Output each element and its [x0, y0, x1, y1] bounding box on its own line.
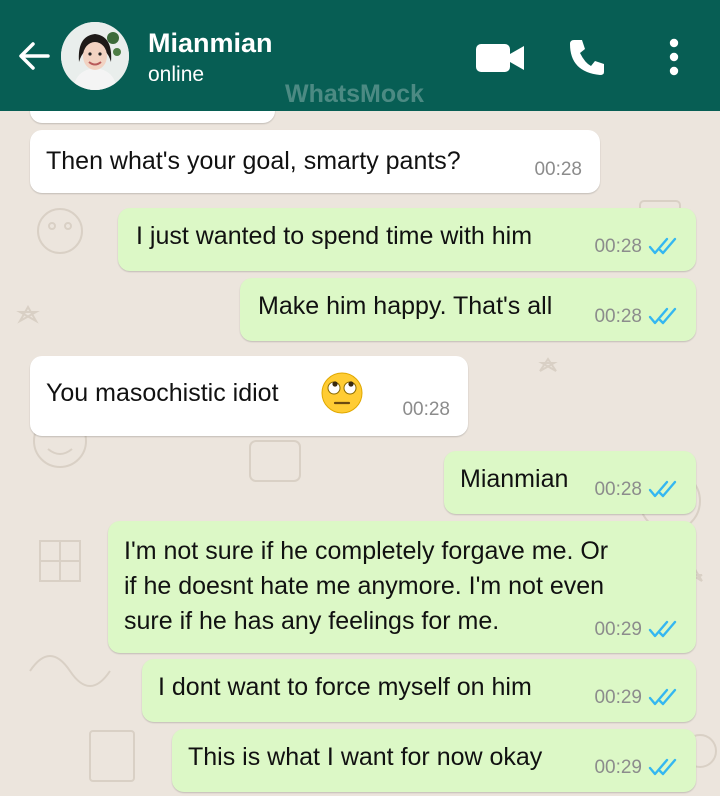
phone-icon[interactable]: [566, 36, 608, 78]
message-bubble-outgoing[interactable]: I just wanted to spend time with him 00:…: [118, 208, 696, 271]
contact-status: online: [148, 63, 205, 86]
message-time: 00:29: [594, 687, 642, 708]
contact-name[interactable]: Mianmian: [148, 28, 273, 59]
message-text: I dont want to force myself on him: [158, 673, 532, 701]
chat-area[interactable]: Then what's your goal, smarty pants? 00:…: [0, 111, 720, 796]
double-check-icon: [648, 620, 677, 638]
chat-header: Mianmian online WhatsMock: [0, 0, 720, 111]
message-bubble-outgoing[interactable]: I dont want to force myself on him 00:29: [142, 659, 696, 722]
face-with-rolling-eyes-emoji: [321, 372, 363, 414]
avatar-image: [61, 22, 129, 90]
message-text: Mianmian: [460, 465, 569, 493]
message-text-line: sure if he has any feelings for me.: [124, 607, 500, 635]
message-bubble-incoming[interactable]: Then what's your goal, smarty pants? 00:…: [30, 130, 600, 193]
message-bubble-incoming[interactable]: You masochistic idiot 00:28: [30, 356, 468, 436]
message-bubble-outgoing[interactable]: I'm not sure if he completely forgave me…: [108, 521, 696, 653]
message-time: 00:29: [594, 757, 642, 778]
message-time: 00:28: [594, 236, 642, 257]
double-check-icon: [648, 307, 677, 325]
message-bubble-outgoing[interactable]: Make him happy. That's all 00:28: [240, 278, 696, 341]
double-check-icon: [648, 758, 677, 776]
double-check-icon: [648, 237, 677, 255]
arrow-left-icon[interactable]: [14, 36, 54, 76]
message-text-line: if he doesnt hate me anymore. I'm not ev…: [124, 572, 605, 600]
message-text: Then what's your goal, smarty pants?: [46, 147, 461, 175]
message-time: 00:28: [402, 399, 450, 420]
message-text: I just wanted to spend time with him: [136, 222, 533, 250]
message-time: 00:28: [534, 159, 582, 180]
message-time: 00:28: [594, 306, 642, 327]
video-camera-icon[interactable]: [474, 40, 526, 76]
message-text-line: I'm not sure if he completely forgave me…: [124, 537, 609, 565]
message-text: Make him happy. That's all: [258, 292, 553, 320]
message-text: You masochistic idiot: [46, 379, 279, 407]
message-bubble-outgoing[interactable]: Mianmian 00:28: [444, 451, 696, 514]
message-bubble-outgoing[interactable]: This is what I want for now okay 00:29: [172, 729, 696, 792]
message-text: This is what I want for now okay: [188, 743, 543, 771]
double-check-icon: [648, 688, 677, 706]
double-check-icon: [648, 480, 677, 498]
avatar[interactable]: [61, 22, 129, 90]
message-time: 00:29: [594, 619, 642, 640]
message-time: 00:28: [594, 479, 642, 500]
message-bubble-partial[interactable]: [30, 111, 275, 123]
watermark: WhatsMock: [285, 80, 424, 108]
vertical-dots-menu-icon[interactable]: [662, 38, 686, 78]
